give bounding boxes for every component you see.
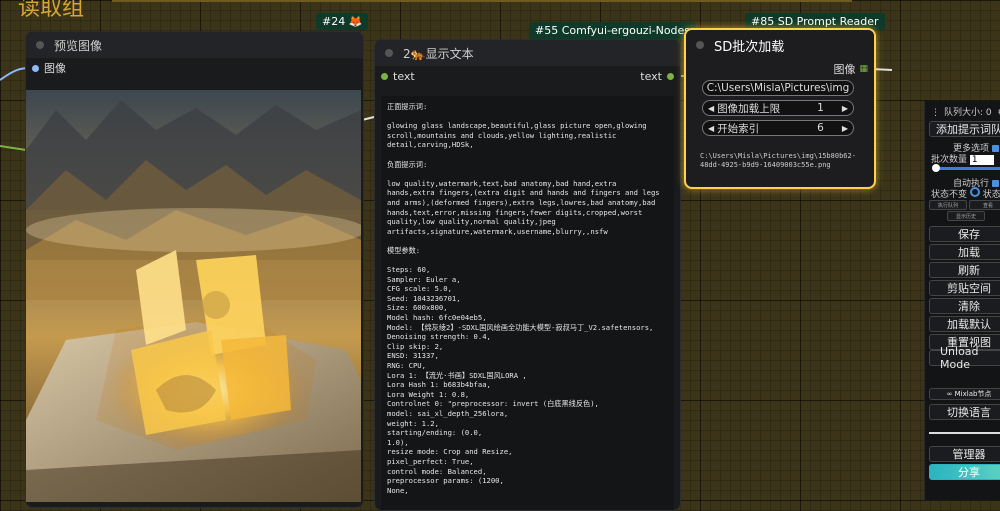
queue-mode-row: 状态不变 状态改 [931,187,1000,200]
grid-output-icon[interactable]: ▦ [859,64,868,74]
slot-row-text: text text [375,66,680,86]
slot-label: 图像 [44,60,66,76]
node-header[interactable]: 2🐅显示文本 [375,40,680,66]
load-default-button[interactable]: 加载默认 [929,316,1000,332]
start-index-stepper[interactable]: ◀ 开始索引 6 ▶ [702,120,854,136]
path-value: C:\Users\Misla\Pictures\img [707,82,850,94]
clipspace-button[interactable]: 剪贴空间 [929,280,1000,296]
input-slot-image[interactable]: 图像 [26,58,363,78]
load-button[interactable]: 加载 [929,244,1000,260]
preview-image [26,90,361,502]
node-header[interactable]: 预览图像 [26,32,363,58]
text-output-dot-icon[interactable] [667,73,674,80]
view-queue-button[interactable]: 查看 [969,200,1000,210]
glowing-glass-landscape-image [26,90,361,502]
collapse-dot-icon[interactable] [385,49,393,57]
node-title: SD批次加载 [714,36,784,55]
decrement-arrow-icon[interactable]: ◀ [708,124,714,133]
collapse-dot-icon[interactable] [696,41,704,49]
drag-handle-icon[interactable]: ⋮ [931,108,940,118]
share-button[interactable]: 分享 [929,464,1000,480]
node-title: 预览图像 [54,37,102,54]
preview-image-node[interactable]: 预览图像 图像 [25,31,364,508]
input-slot-text[interactable]: text [381,70,415,83]
slider-knob-icon[interactable] [932,164,940,172]
batch-slider[interactable] [935,167,1000,170]
queue-control-panel: ⋮队列大小: 0 ⚙ 添加提示词队 更多选项 批次数量 1 自动执行 状态不变 … [924,101,1000,500]
increment-arrow-icon[interactable]: ▶ [842,104,848,113]
batch-count-row: 批次数量 1 [931,152,994,165]
slot-label: 图像 [833,61,855,77]
stepper-label: 开始索引 [717,121,817,136]
loaded-file-path: C:\Users\Misla\Pictures\img\15b80b62-48d… [700,152,870,170]
slot-label: text [393,70,415,83]
more-options-checkbox[interactable] [992,145,999,152]
node-badge-show-text: #55 Comfyui-ergouzi-Nodes [529,22,696,39]
exec-queue-button[interactable]: 执行队列 [929,200,967,210]
image-slot-dot-icon[interactable] [32,65,39,72]
add-prompt-queue-button[interactable]: 添加提示词队 [929,121,1000,137]
sd-batch-loader-node[interactable]: SD批次加载 图像 ▦ C:\Users\Misla\Pictures\img … [684,28,876,189]
manager-button[interactable]: 管理器 [929,446,1000,462]
image-limit-stepper[interactable]: ◀ 图像加载上限 1 ▶ [702,100,854,116]
stepper-value: 1 [817,102,824,114]
text-input-dot-icon[interactable] [381,73,388,80]
save-button[interactable]: 保存 [929,226,1000,242]
unload-models-button[interactable]: Unload Mode [929,350,1000,366]
show-text-node[interactable]: 2🐅显示文本 text text 正面提示词: glowing glass la… [374,39,681,511]
display-text-area[interactable]: 正面提示词: glowing glass landscape,beautiful… [381,96,674,510]
radio-icon[interactable] [970,187,980,197]
mixlab-nodes-button[interactable]: ∞ Mixlab节点 [929,388,1000,400]
node-header[interactable]: SD批次加载 [686,30,874,60]
path-input[interactable]: C:\Users\Misla\Pictures\img [702,80,854,96]
auto-queue-checkbox[interactable] [992,180,999,187]
output-slot-text[interactable]: text [640,70,674,83]
slot-label: text [640,70,662,83]
queue-size-label: ⋮队列大小: 0 ⚙ [931,105,1000,118]
show-history-button[interactable]: 显示历史 [947,211,985,221]
divider [929,432,1000,434]
decrement-arrow-icon[interactable]: ◀ [708,104,714,113]
collapse-dot-icon[interactable] [36,41,44,49]
increment-arrow-icon[interactable]: ▶ [842,124,848,133]
stepper-label: 图像加载上限 [717,101,817,116]
switch-language-button[interactable]: 切换语言 [929,404,1000,420]
stepper-value: 6 [817,122,824,134]
clear-button[interactable]: 清除 [929,298,1000,314]
node-badge-preview: #24 🦊 [316,13,368,30]
wire-green-left [0,146,26,150]
batch-count-input[interactable]: 1 [970,155,994,165]
refresh-button[interactable]: 刷新 [929,262,1000,278]
output-slot-image[interactable]: 图像 ▦ [686,60,874,78]
node-title: 2🐅显示文本 [403,45,474,62]
